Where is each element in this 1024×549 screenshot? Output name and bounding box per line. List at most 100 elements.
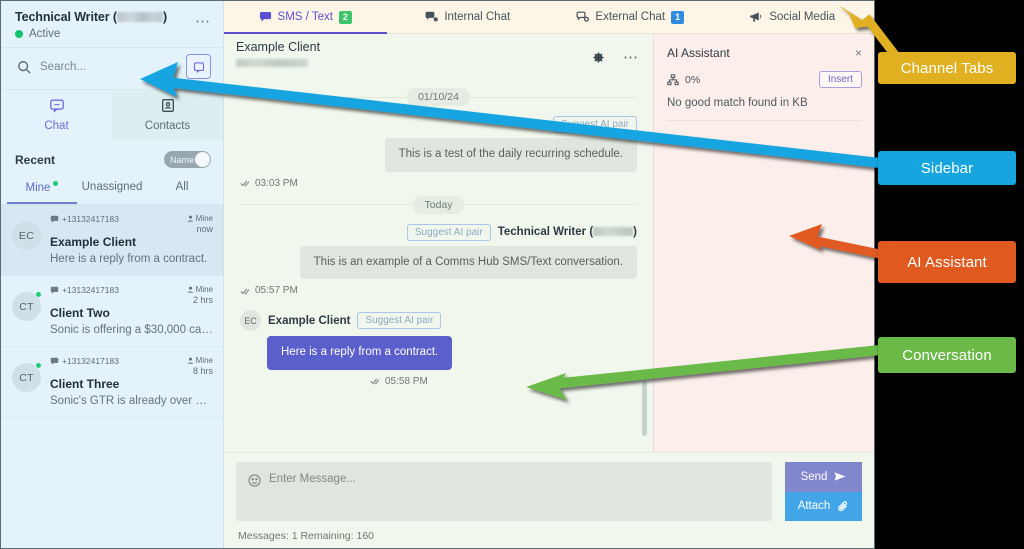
ai-panel-meta: 0% Insert <box>667 71 862 88</box>
today-divider-label: Today <box>413 195 464 214</box>
person-icon <box>187 215 193 222</box>
message-bubble: This is a test of the daily recurring sc… <box>384 138 637 172</box>
attach-button-label: Attach <box>797 500 831 513</box>
compose-message-button[interactable] <box>186 54 211 79</box>
suggest-ai-pair-button[interactable]: Suggest AI pair <box>406 223 491 241</box>
current-user-name: Technical Writer () <box>15 10 211 24</box>
sidebar-search-row: Search... <box>1 47 223 89</box>
conversation-pane: Example Client ⋯ 01/10/24 Suggest AI pai… <box>224 34 874 452</box>
thread-scrollbar[interactable] <box>642 381 647 436</box>
list-item-assignment: Mine <box>187 285 213 294</box>
conversation-filters: Mine Unassigned All <box>1 176 223 205</box>
thread-header-actions: ⋯ <box>592 50 639 65</box>
tab-external-chat-label: External Chat <box>595 11 666 23</box>
user-name-text: Technical Writer ( <box>15 10 117 24</box>
message-timestamp: 03:03 PM <box>240 178 637 189</box>
list-item-assignment: Mine <box>187 356 213 365</box>
tab-sms-text[interactable]: SMS / Text 2 <box>224 1 387 34</box>
tab-social-media-label: Social Media <box>769 11 836 23</box>
user-status: Active <box>15 28 211 40</box>
message-input-placeholder: Enter Message... <box>269 473 356 485</box>
ai-match-score: 0% <box>667 74 700 86</box>
list-item-phone-text: +13132417183 <box>62 214 119 224</box>
chat-bubble-icon <box>49 99 64 113</box>
insert-button[interactable]: Insert <box>818 71 862 88</box>
sms-bubble-icon <box>50 357 59 365</box>
tab-sms-text-badge: 2 <box>338 10 352 24</box>
list-item-top: +13132417183 Mine now <box>50 214 213 234</box>
screenshot-root: Technical Writer () Active ⋯ Search... C… <box>0 0 1024 549</box>
sms-bubble-icon <box>259 11 271 22</box>
list-item[interactable]: EC +13132417183 Mine now Example Client … <box>1 205 223 276</box>
tab-external-chat[interactable]: External Chat 1 <box>549 1 712 33</box>
list-item-assignment: Mine <box>187 214 213 223</box>
sidebar-tab-contacts[interactable]: Contacts <box>112 90 223 141</box>
composer-row: Enter Message... Send Attach <box>236 462 862 521</box>
emoji-icon[interactable] <box>248 474 261 487</box>
message-author: Technical Writer () <box>498 226 637 238</box>
annotation-label-ai-assistant: AI Assistant <box>878 241 1016 283</box>
user-id-redacted <box>116 12 163 22</box>
delivered-check-icon <box>240 288 250 295</box>
gear-icon[interactable] <box>592 51 605 64</box>
message-timestamp: 05:58 PM <box>370 376 637 387</box>
sidebar-menu-icon[interactable]: ⋯ <box>195 14 211 29</box>
message-row: Suggest AI pair This is a test of the da… <box>240 116 637 189</box>
filter-unassigned[interactable]: Unassigned <box>77 176 147 204</box>
list-item-time: 2 hrs <box>192 295 213 305</box>
list-item-time: now <box>196 224 213 234</box>
external-chat-icon <box>576 11 590 22</box>
search-icon <box>18 60 31 74</box>
list-item[interactable]: CT +13132417183 Mine <box>1 347 223 418</box>
search-input[interactable]: Search... <box>17 60 178 74</box>
message-bubble: This is an example of a Comms Hub SMS/Te… <box>299 245 637 280</box>
comms-hub-app-window: Technical Writer () Active ⋯ Search... C… <box>0 0 875 549</box>
list-item-meta: Mine 2 hrs <box>181 285 213 305</box>
user-name-suffix: ) <box>162 10 168 24</box>
megaphone-icon <box>750 12 762 22</box>
tab-social-media[interactable]: Social Media <box>712 1 875 33</box>
filter-mine-label: Mine <box>25 182 51 194</box>
close-icon[interactable]: × <box>855 46 862 60</box>
list-item-name: Client Two <box>50 306 110 320</box>
list-item[interactable]: CT +13132417183 Mine <box>1 276 223 347</box>
list-item-meta: Mine 8 hrs <box>181 356 213 376</box>
avatar: EC <box>12 221 41 250</box>
list-item-name: Client Three <box>50 377 120 391</box>
tab-internal-chat[interactable]: Internal Chat <box>387 1 550 33</box>
sort-by-name-toggle[interactable]: Name <box>164 151 211 168</box>
sort-toggle-label: Name <box>170 154 195 165</box>
filter-mine[interactable]: Mine <box>7 176 77 204</box>
list-item-phone: +13132417183 <box>50 285 119 295</box>
message-time-text: 05:57 PM <box>255 285 298 297</box>
filter-unassigned-label: Unassigned <box>81 181 143 193</box>
list-item-name: Example Client <box>50 235 137 249</box>
sidebar-tab-chat[interactable]: Chat <box>1 90 112 141</box>
online-dot-icon <box>35 291 42 298</box>
attach-button[interactable]: Attach <box>785 491 862 521</box>
list-item-phone: +13132417183 <box>50 356 119 366</box>
composer-footer: Messages: 1 Remaining: 160 <box>238 530 374 542</box>
date-divider-label: 01/10/24 <box>407 88 470 106</box>
avatar: EC <box>240 310 261 332</box>
avatar-wrap: CT <box>12 285 42 336</box>
main-area: SMS / Text 2 Internal Chat External Chat… <box>224 1 874 548</box>
send-button[interactable]: Send <box>785 462 862 492</box>
list-item-meta: Mine now <box>181 214 213 234</box>
message-author-suffix: ) <box>633 226 637 239</box>
list-item-top: +13132417183 Mine 2 hrs <box>50 285 213 305</box>
paperclip-icon <box>838 501 848 511</box>
message-input[interactable]: Enter Message... <box>236 462 772 521</box>
suggest-ai-pair-button[interactable]: Suggest AI pair <box>553 116 637 133</box>
list-item-assignment-text: Mine <box>195 285 213 294</box>
message-time-text: 03:03 PM <box>255 177 298 189</box>
thread-menu-icon[interactable]: ⋯ <box>623 50 639 65</box>
thread-column: Example Client ⋯ 01/10/24 Suggest AI pai… <box>224 34 653 452</box>
hierarchy-icon <box>667 73 679 85</box>
filter-all[interactable]: All <box>147 176 217 204</box>
filter-all-label: All <box>175 181 189 193</box>
ai-assistant-panel: AI Assistant × 0% Insert No good match f… <box>653 34 874 452</box>
sidebar: Technical Writer () Active ⋯ Search... C… <box>1 1 224 548</box>
tab-sms-text-label: SMS / Text <box>277 11 333 23</box>
suggest-ai-pair-button[interactable]: Suggest AI pair <box>357 312 442 330</box>
